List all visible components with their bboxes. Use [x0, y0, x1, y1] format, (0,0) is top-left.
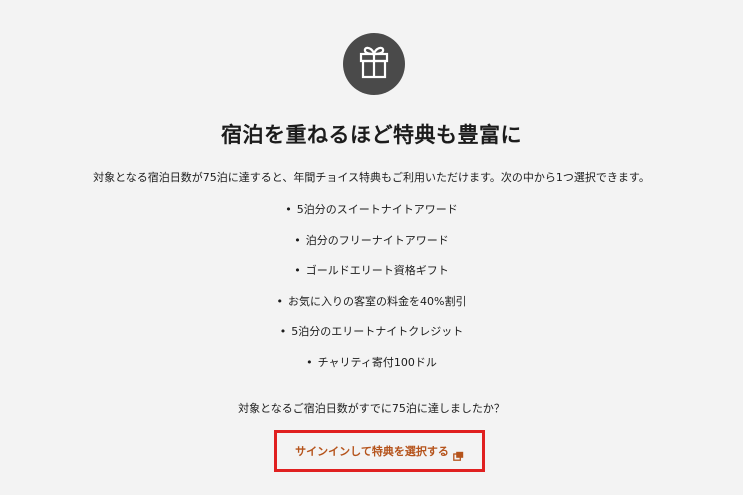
- sign-in-select-benefit-link[interactable]: サインインして特典を選択する: [274, 430, 485, 472]
- gift-icon: [343, 33, 405, 95]
- benefit-list: • 5泊分のスイートナイトアワード • 泊分のフリーナイトアワード • ゴールドエリー…: [0, 200, 743, 384]
- benefit-item-suite-night: • 5泊分のスイートナイトアワード: [0, 200, 743, 231]
- benefit-label: 泊分のフリーナイトアワード: [305, 233, 449, 247]
- eligibility-question: 対象となるご宿泊日数がすでに75泊に達しましたか？: [238, 402, 505, 415]
- bullet-icon: •: [285, 203, 292, 216]
- description-text: 対象となる宿泊日数が75泊に達すると、年間チョイス特典もご利用いただけます。次の…: [93, 171, 650, 184]
- bullet-icon: •: [306, 355, 313, 369]
- bullet-icon: •: [294, 233, 301, 247]
- benefit-item-charity-donation: • チャリティ寄付100ドル: [0, 353, 743, 384]
- benefit-item-gold-elite-gift: • ゴールドエリート資格ギフト: [0, 261, 743, 292]
- bullet-icon: •: [279, 325, 287, 339]
- sign-in-link-label: サインインして特典を選択する: [295, 445, 449, 458]
- benefit-label: 5泊分のエリートナイトクレジット: [291, 325, 464, 339]
- bullet-icon: •: [294, 264, 301, 278]
- benefits-page: 宿泊を重ねるほど特典も豊富に 対象となる宿泊日数が75泊に達すると、年間チョイス…: [0, 0, 743, 495]
- page-title: 宿泊を重ねるほど特典も豊富に: [221, 123, 522, 147]
- benefit-item-free-night: • 泊分のフリーナイトアワード: [0, 231, 743, 262]
- bullet-icon: •: [276, 294, 284, 308]
- benefit-label: チャリティ寄付100ドル: [317, 355, 437, 369]
- benefit-label: ゴールドエリート資格ギフト: [305, 264, 449, 278]
- benefit-item-elite-night-credit: • 5泊分のエリートナイトクレジット: [0, 322, 743, 353]
- benefit-label: お気に入りの客室の料金を40%割引: [288, 294, 467, 308]
- external-window-icon: [452, 446, 464, 461]
- benefit-item-room-discount: • お気に入りの客室の料金を40%割引: [0, 292, 743, 323]
- benefit-label: 5泊分のスイートナイトアワード: [296, 203, 458, 216]
